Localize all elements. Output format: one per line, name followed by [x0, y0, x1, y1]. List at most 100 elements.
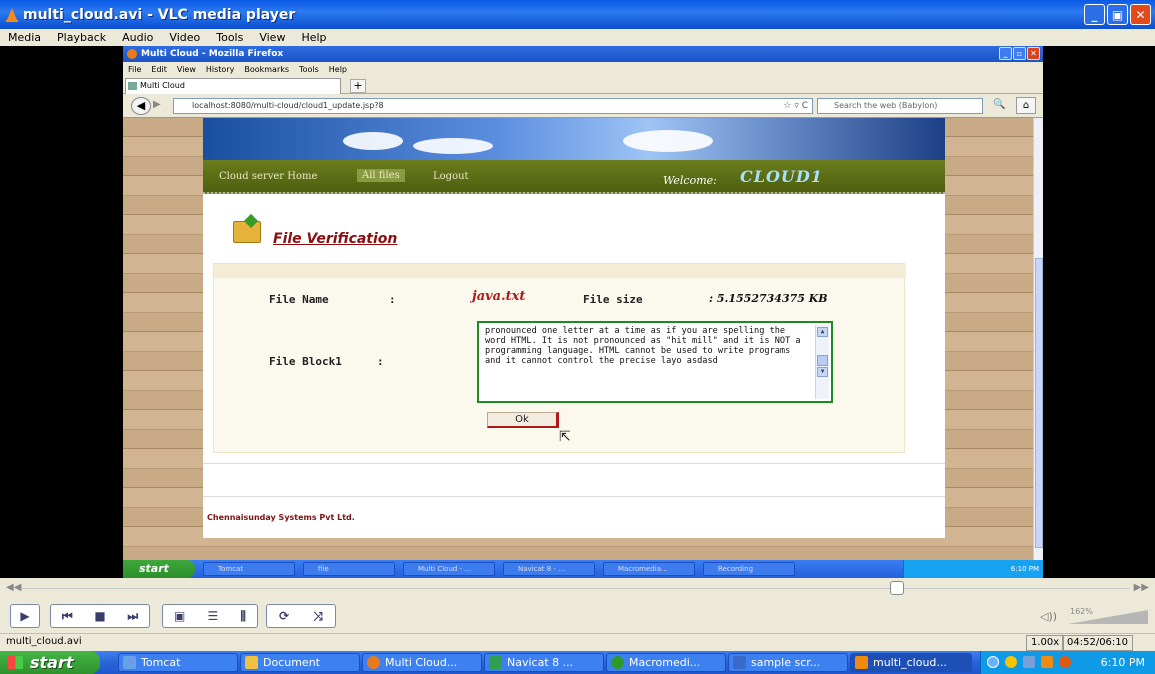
seek-row: ◀◀ ▶▶	[0, 578, 1155, 600]
inner-task: Recording	[703, 562, 795, 576]
stop-icon[interactable]: ■	[94, 609, 105, 623]
menu-playback[interactable]: Playback	[49, 31, 114, 44]
ff-menu-view[interactable]: View	[172, 65, 201, 74]
url-text: localhost:8080/multi-cloud/cloud1_update…	[192, 101, 384, 110]
fullscreen-icon[interactable]: ▣	[174, 609, 185, 623]
menu-view[interactable]: View	[251, 31, 293, 44]
ff-menu-file[interactable]: File	[123, 65, 146, 74]
menu-tools[interactable]: Tools	[208, 31, 251, 44]
playback-group: ⏮ ■ ⏭	[50, 604, 150, 628]
taskbar-item-label: Navicat 8 ...	[507, 656, 574, 669]
nav-cloud-server-home[interactable]: Cloud server Home	[219, 171, 317, 182]
start-button[interactable]: start	[0, 651, 100, 674]
firefox-title: Multi Cloud - Mozilla Firefox	[141, 49, 284, 59]
clock: 6:10 PM	[1100, 656, 1145, 669]
taskbar-item-tomcat[interactable]: Tomcat	[118, 653, 238, 672]
maximize-button[interactable]: ▣	[1107, 4, 1128, 25]
loop-icon[interactable]: ⟳	[279, 609, 289, 623]
recorder-icon	[733, 656, 746, 669]
ff-close-button[interactable]: ✕	[1027, 47, 1040, 60]
ff-menu-edit[interactable]: Edit	[146, 65, 172, 74]
ff-menu-history[interactable]: History	[201, 65, 239, 74]
taskbar-item-firefox[interactable]: Multi Cloud...	[362, 653, 482, 672]
ff-minimize-button[interactable]: _	[999, 47, 1012, 60]
inner-task: Macromedia...	[603, 562, 695, 576]
ff-restore-button[interactable]: ▫	[1013, 47, 1026, 60]
fast-forward-icon[interactable]: ▶▶	[1134, 582, 1149, 593]
file-name-value: java.txt	[472, 289, 526, 304]
page-scroll-thumb[interactable]	[1035, 258, 1043, 548]
menu-media[interactable]: Media	[0, 31, 49, 44]
home-icon[interactable]: ⌂	[1016, 97, 1036, 114]
forward-button[interactable]: ▶	[153, 99, 161, 110]
vlc-tray-icon[interactable]	[1041, 656, 1053, 668]
file-size-label: File size	[583, 293, 643, 306]
url-bar[interactable]: localhost:8080/multi-cloud/cloud1_update…	[173, 98, 813, 114]
ff-menu-help[interactable]: Help	[324, 65, 352, 74]
taskbar-item-label: Tomcat	[141, 656, 181, 669]
mouse-cursor-icon: ⇱	[559, 429, 571, 445]
network-icon[interactable]	[987, 656, 999, 668]
page-background: Cloud server Home All files Logout Welco…	[123, 118, 1033, 565]
previous-icon[interactable]: ⏮	[62, 609, 73, 624]
menu-help[interactable]: Help	[293, 31, 334, 44]
scroll-up-icon[interactable]: ▲	[817, 327, 828, 337]
inner-taskbar: start Tomcat file Multi Cloud - ... Navi…	[123, 560, 1043, 578]
nav-all-files[interactable]: All files	[357, 169, 405, 182]
divider	[203, 463, 945, 464]
menu-audio[interactable]: Audio	[114, 31, 161, 44]
inner-task: Multi Cloud - ...	[403, 562, 495, 576]
reload-icon[interactable]: ☆ ▿ C	[783, 99, 808, 113]
navicat-icon	[489, 656, 502, 669]
taskbar-item-vlc[interactable]: multi_cloud...	[850, 653, 972, 672]
file-block-textarea[interactable]: pronounced one letter at a time as if yo…	[477, 321, 833, 403]
windows-taskbar: start Tomcat Document Multi Cloud... Nav…	[0, 651, 1155, 674]
ff-menu-tools[interactable]: Tools	[294, 65, 324, 74]
taskbar-item-navicat[interactable]: Navicat 8 ...	[484, 653, 604, 672]
speaker-icon[interactable]: ◁))	[1040, 610, 1057, 623]
ff-menu-bookmarks[interactable]: Bookmarks	[239, 65, 294, 74]
rewind-icon[interactable]: ◀◀	[6, 582, 21, 593]
tomcat-icon	[123, 656, 136, 669]
next-icon[interactable]: ⏭	[127, 609, 138, 624]
equalizer-icon[interactable]: ⫼	[240, 609, 246, 624]
windows-logo-icon	[8, 656, 23, 669]
section-title: File Verification	[273, 231, 398, 247]
textarea-scrollbar[interactable]: ▲ ▼	[815, 325, 829, 399]
scroll-thumb[interactable]	[817, 355, 828, 366]
video-area[interactable]: Multi Cloud - Mozilla Firefox _ ▫ ✕ File…	[0, 46, 1155, 578]
taskbar-item-label: Multi Cloud...	[385, 656, 458, 669]
scroll-down-icon[interactable]: ▼	[817, 367, 828, 377]
nav-logout[interactable]: Logout	[433, 171, 469, 182]
taskbar-item-label: Macromedi...	[629, 656, 701, 669]
dreamweaver-icon	[611, 656, 624, 669]
play-button[interactable]: ▶	[10, 604, 40, 628]
taskbar-item-document[interactable]: Document	[240, 653, 360, 672]
seek-bar[interactable]	[22, 588, 1130, 589]
taskbar-item-sample-screen[interactable]: sample scr...	[728, 653, 848, 672]
playback-rate[interactable]: 1.00x	[1026, 635, 1065, 651]
tab-multi-cloud[interactable]: Multi Cloud	[125, 78, 341, 94]
inner-start-button: start	[123, 560, 195, 578]
security-icon[interactable]	[1005, 656, 1017, 668]
close-button[interactable]: ✕	[1130, 4, 1151, 25]
taskbar-item-macromedia[interactable]: Macromedi...	[606, 653, 726, 672]
search-icon[interactable]: 🔍	[993, 99, 1005, 110]
page-scrollbar[interactable]	[1033, 118, 1043, 565]
minimize-button[interactable]: _	[1084, 4, 1105, 25]
inner-tray-clock: 6:10 PM	[903, 560, 1043, 578]
taskbar-item-label: sample scr...	[751, 656, 821, 669]
seek-handle[interactable]	[890, 581, 905, 595]
shuffle-icon[interactable]: ⤨	[313, 609, 323, 624]
file-block-colon: :	[377, 355, 384, 368]
ok-button[interactable]: Ok	[487, 412, 559, 428]
playback-time[interactable]: 04:52/06:10	[1062, 635, 1134, 651]
search-input[interactable]: Search the web (Babylon)	[817, 98, 983, 114]
welcome-user: CLOUD1	[740, 167, 823, 186]
back-button[interactable]: ◀	[131, 97, 151, 115]
new-tab-button[interactable]: +	[350, 79, 366, 93]
app-tray-icon[interactable]	[1059, 656, 1071, 668]
menu-video[interactable]: Video	[161, 31, 208, 44]
playlist-icon[interactable]: ☰	[208, 609, 219, 623]
device-icon[interactable]	[1023, 656, 1035, 668]
